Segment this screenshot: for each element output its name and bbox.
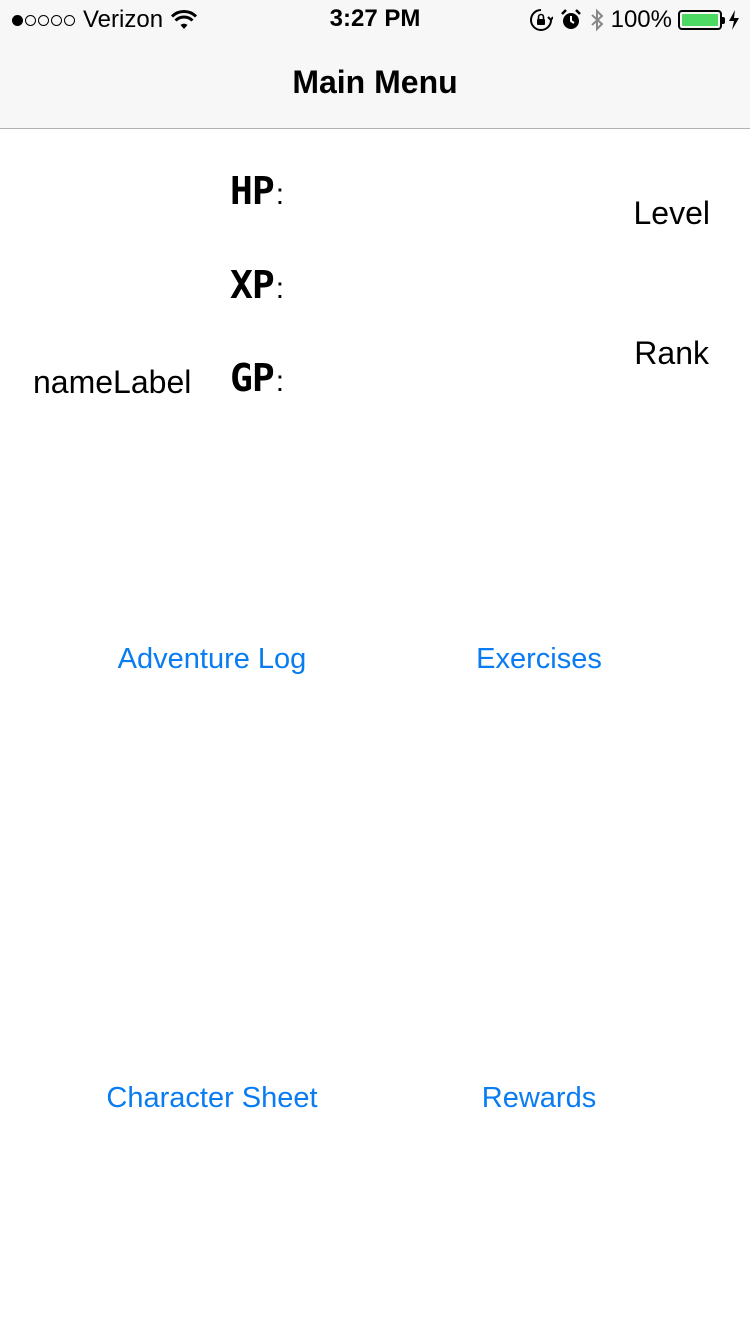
alarm-icon [560,9,581,29]
hp-label: HP [230,169,275,213]
battery-fill [682,14,718,26]
rewards-button[interactable]: Rewards [482,1082,596,1115]
bluetooth-icon [590,8,604,32]
exercises-button[interactable]: Exercises [476,643,602,676]
gp-stat: GP : [230,359,284,399]
status-right: 100% [529,6,740,34]
name-label: nameLabel [33,364,192,400]
navigation-bar: Main Menu [0,40,750,129]
xp-label: XP [230,263,275,307]
adventure-log-button[interactable]: Adventure Log [118,643,307,676]
hp-stat: HP : [230,172,284,212]
gp-colon: : [275,365,285,398]
level-label: Level [633,195,711,231]
character-sheet-button[interactable]: Character Sheet [106,1082,317,1115]
orientation-lock-icon [529,9,553,31]
battery-nub [722,17,725,24]
xp-colon: : [275,272,285,305]
battery-percent: 100% [610,6,672,33]
gp-label: GP [230,356,275,400]
hp-colon: : [275,178,285,211]
page-title: Main Menu [292,64,458,100]
rank-label: Rank [634,335,709,371]
battery-icon [678,10,725,30]
xp-stat: XP : [230,266,284,306]
charging-bolt-icon [729,10,739,30]
status-bar: Verizon 3:27 PM 100% [0,0,750,40]
